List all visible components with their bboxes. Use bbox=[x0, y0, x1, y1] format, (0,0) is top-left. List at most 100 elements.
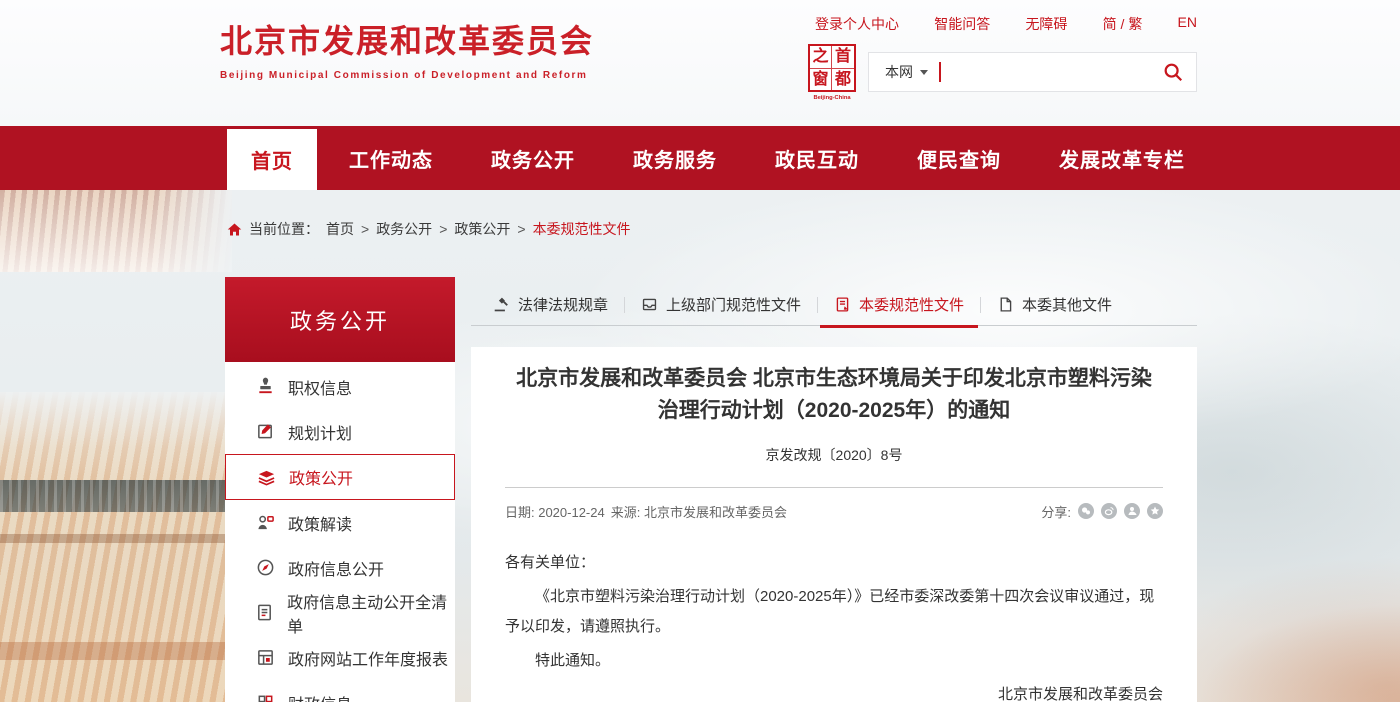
report-table-icon bbox=[255, 648, 275, 667]
breadcrumb-prefix: 当前位置： bbox=[249, 219, 319, 239]
divider bbox=[505, 487, 1163, 488]
page: 北京市发展和改革委员会 Beijing Municipal Commission… bbox=[0, 0, 1400, 702]
sidebar-menu: 职权信息 规划计划 政策公开 政策解读 bbox=[225, 362, 455, 702]
inbox-icon bbox=[641, 296, 658, 313]
site-logo[interactable]: 北京市发展和改革委员会 Beijing Municipal Commission… bbox=[220, 16, 594, 81]
tab-superior-normative-docs[interactable]: 上级部门规范性文件 bbox=[625, 284, 817, 326]
sidebar-item-label: 政策公开 bbox=[289, 465, 353, 489]
palace-lower-eave bbox=[0, 642, 230, 660]
seal-char: 首 bbox=[832, 46, 854, 69]
search-input[interactable] bbox=[941, 56, 1162, 88]
seal-char: 之 bbox=[810, 46, 832, 69]
interpret-icon bbox=[255, 513, 275, 532]
document-category-tabs: 法律法规规章 上级部门规范性文件 本委规范性文件 本委其他文件 bbox=[471, 284, 1197, 326]
grid-icon bbox=[255, 693, 275, 702]
site-title-english: Beijing Municipal Commission of Developm… bbox=[220, 70, 594, 81]
breadcrumb-home[interactable]: 首页 bbox=[326, 219, 354, 239]
stamp-icon bbox=[255, 377, 275, 396]
doc-edit-icon bbox=[834, 296, 851, 313]
tab-laws-regulations[interactable]: 法律法规规章 bbox=[477, 284, 624, 326]
article-source: 来源: 北京市发展和改革委员会 bbox=[611, 502, 787, 521]
nav-item-home[interactable]: 首页 bbox=[227, 129, 317, 190]
palace-roof-lower-left bbox=[0, 392, 230, 702]
doc-other-icon bbox=[997, 296, 1014, 313]
nav-item-interaction[interactable]: 政民互动 bbox=[775, 126, 859, 190]
nav-item-work-news[interactable]: 工作动态 bbox=[349, 126, 433, 190]
seal-caption: Beijing-China bbox=[813, 94, 850, 100]
weibo-share-button[interactable] bbox=[1101, 503, 1117, 519]
seal-char: 都 bbox=[832, 69, 854, 91]
sidebar-item-label: 财政信息 bbox=[288, 691, 352, 702]
palace-eave-band bbox=[0, 480, 230, 512]
layers-icon bbox=[256, 468, 276, 487]
login-link[interactable]: 登录个人中心 bbox=[815, 14, 899, 34]
breadcrumb-current: 本委规范性文件 bbox=[533, 219, 631, 239]
weibo-icon bbox=[1104, 506, 1114, 516]
sidebar-item-label: 政府网站工作年度报表 bbox=[288, 646, 448, 670]
tab-commission-normative-docs[interactable]: 本委规范性文件 bbox=[818, 284, 980, 326]
nav-item-convenience-query[interactable]: 便民查询 bbox=[917, 126, 1001, 190]
capital-window-seal-logo[interactable]: 之 首 窗 都 Beijing-China bbox=[806, 44, 858, 103]
sidebar-item-policy-disclosure[interactable]: 政策公开 bbox=[225, 454, 455, 500]
sidebar-item-label: 职权信息 bbox=[288, 375, 352, 399]
list-doc-icon bbox=[255, 603, 274, 622]
search-icon bbox=[1162, 61, 1184, 83]
nav-item-reform-column[interactable]: 发展改革专栏 bbox=[1059, 126, 1185, 190]
favorite-share-button[interactable] bbox=[1147, 503, 1163, 519]
palace-roof-upper-left bbox=[0, 190, 232, 272]
home-icon bbox=[227, 222, 242, 237]
palace-roof-bottom-right bbox=[1190, 556, 1400, 702]
compass-icon bbox=[255, 558, 275, 577]
sidebar-item-label: 规划计划 bbox=[288, 420, 352, 444]
seal-icon: 之 首 窗 都 bbox=[808, 44, 856, 92]
article-paragraph: 《北京市塑料污染治理行动计划（2020-2025年）》已经市委深改委第十四次会议… bbox=[505, 582, 1163, 642]
site-title: 北京市发展和改革委员会 bbox=[220, 16, 594, 62]
palace-ridge-line bbox=[0, 534, 230, 543]
sidebar-item-label: 政府信息公开 bbox=[288, 556, 384, 580]
law-icon bbox=[493, 296, 510, 313]
sidebar: 政务公开 职权信息 规划计划 政策公开 bbox=[225, 277, 455, 702]
main-navigation: 首页 工作动态 政务公开 政务服务 政民互动 便民查询 发展改革专栏 bbox=[0, 126, 1400, 190]
nav-item-gov-services[interactable]: 政务服务 bbox=[633, 126, 717, 190]
tab-label: 法律法规规章 bbox=[518, 294, 608, 315]
simplified-traditional-toggle[interactable]: 简 / 繁 bbox=[1103, 14, 1143, 34]
search-scope-dropdown[interactable]: 本网 bbox=[885, 62, 928, 82]
sidebar-item-gov-info-disclosure[interactable]: 政府信息公开 bbox=[225, 545, 455, 590]
site-search: 本网 bbox=[868, 52, 1197, 92]
article-meta: 日期: 2020-12-24 来源: 北京市发展和改革委员会 分享: bbox=[505, 502, 1163, 520]
article-signature: 北京市发展和改革委员会 bbox=[505, 680, 1163, 702]
qq-share-button[interactable] bbox=[1124, 503, 1140, 519]
breadcrumb-separator: > bbox=[439, 221, 447, 237]
sidebar-item-label: 政府信息主动公开全清单 bbox=[287, 589, 455, 637]
sidebar-item-website-annual-report[interactable]: 政府网站工作年度报表 bbox=[225, 635, 455, 680]
search-button[interactable] bbox=[1162, 61, 1184, 83]
accessibility-link[interactable]: 无障碍 bbox=[1025, 14, 1067, 34]
article-date: 日期: 2020-12-24 bbox=[505, 502, 605, 521]
seal-char: 窗 bbox=[810, 69, 832, 91]
tab-commission-other-docs[interactable]: 本委其他文件 bbox=[981, 284, 1128, 326]
wechat-share-button[interactable] bbox=[1078, 503, 1094, 519]
sidebar-item-proactive-disclosure-list[interactable]: 政府信息主动公开全清单 bbox=[225, 590, 455, 635]
article-panel: 北京市发展和改革委员会 北京市生态环境局关于印发北京市塑料污染治理行动计划（20… bbox=[471, 347, 1197, 702]
search-scope-label: 本网 bbox=[885, 62, 913, 82]
breadcrumb-gov-disclosure[interactable]: 政务公开 bbox=[376, 219, 432, 239]
share-label: 分享: bbox=[1041, 502, 1071, 521]
article-paragraph: 特此通知。 bbox=[505, 646, 1163, 676]
breadcrumb-policy-disclosure[interactable]: 政策公开 bbox=[454, 219, 510, 239]
sidebar-item-planning[interactable]: 规划计划 bbox=[225, 409, 455, 454]
sidebar-item-authority-info[interactable]: 职权信息 bbox=[225, 364, 455, 409]
tab-label: 本委规范性文件 bbox=[859, 294, 964, 315]
favorite-icon bbox=[1150, 506, 1160, 516]
nav-item-gov-disclosure[interactable]: 政务公开 bbox=[491, 126, 575, 190]
plan-edit-icon bbox=[255, 422, 275, 441]
breadcrumb: 当前位置： 首页 > 政务公开 > 政策公开 > 本委规范性文件 bbox=[227, 219, 631, 239]
english-link[interactable]: EN bbox=[1178, 14, 1197, 34]
tab-label: 上级部门规范性文件 bbox=[666, 294, 801, 315]
sidebar-title: 政务公开 bbox=[225, 277, 455, 362]
sidebar-item-fiscal-info[interactable]: 财政信息 bbox=[225, 680, 455, 702]
smart-qa-link[interactable]: 智能问答 bbox=[934, 14, 990, 34]
sidebar-item-label: 政策解读 bbox=[288, 511, 352, 535]
sidebar-item-policy-interpretation[interactable]: 政策解读 bbox=[225, 500, 455, 545]
article-paragraph: 各有关单位： bbox=[505, 548, 1163, 578]
tab-label: 本委其他文件 bbox=[1022, 294, 1112, 315]
